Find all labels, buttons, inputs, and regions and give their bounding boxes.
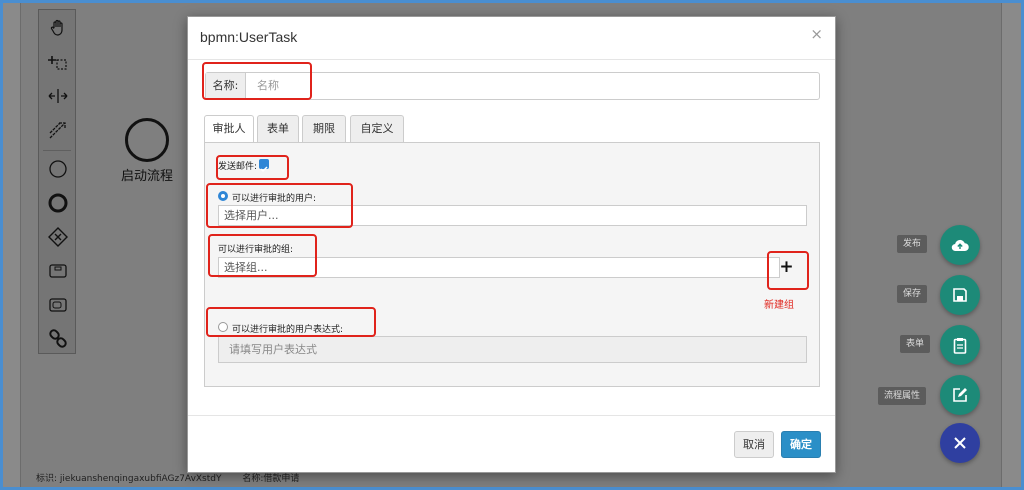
cloud-upload-icon — [951, 239, 969, 252]
close-icon[interactable]: × — [810, 25, 823, 43]
groups-select[interactable]: 选择组... — [218, 257, 780, 278]
new-group-annotation: 新建组 — [764, 300, 794, 311]
expression-input: 请填写用户表达式 — [218, 336, 807, 363]
connect-tool-icon[interactable] — [39, 114, 77, 146]
end-event-icon[interactable] — [39, 187, 77, 219]
header-divider — [188, 59, 835, 60]
close-icon — [954, 437, 966, 449]
clipboard-icon — [953, 337, 967, 354]
name-input[interactable]: 名称 — [247, 73, 819, 99]
status-name: 名称:借款申请 — [242, 474, 300, 484]
users-radio-label: 可以进行审批的用户: — [232, 194, 317, 204]
process-props-label: 流程属性 — [878, 387, 927, 405]
approver-panel: 发送邮件: 可以进行审批的用户: 选择用户... 可以进行审批的组: 选择组..… — [204, 142, 820, 387]
check-icon — [260, 166, 268, 173]
status-id-value: jiekuanshenqingaxubfiAGz7AvXstdY — [59, 474, 222, 484]
users-select[interactable]: 选择用户... — [218, 205, 807, 226]
link-icon[interactable] — [39, 323, 77, 355]
tab-form[interactable]: 表单 — [257, 115, 299, 142]
users-radio[interactable] — [218, 191, 228, 201]
user-task-dialog: bpmn:UserTask × 名称: 名称 审批人 表单 期限 自定义 发送邮… — [187, 16, 836, 473]
tool-palette — [38, 9, 76, 354]
subprocess-icon[interactable] — [39, 289, 77, 321]
name-label: 名称: — [206, 73, 246, 99]
tab-approver[interactable]: 审批人 — [204, 115, 254, 143]
close-fab-button[interactable] — [940, 423, 980, 463]
save-label: 保存 — [897, 285, 928, 303]
save-button[interactable] — [940, 275, 980, 315]
frame-right-edge — [1001, 3, 1021, 487]
send-mail-label: 发送邮件: — [218, 162, 258, 172]
expression-radio-label: 可以进行审批的用户表达式: — [232, 325, 344, 335]
frame-left-edge — [3, 3, 21, 487]
groups-label: 可以进行审批的组: — [218, 245, 294, 255]
cancel-button[interactable]: 取消 — [734, 431, 774, 458]
expression-radio[interactable] — [218, 322, 228, 332]
process-props-button[interactable] — [940, 375, 980, 415]
name-input-group: 名称: 名称 — [205, 72, 820, 100]
tab-custom[interactable]: 自定义 — [350, 115, 404, 142]
footer-divider — [188, 415, 835, 416]
form-label: 表单 — [900, 335, 931, 353]
send-mail-checkbox[interactable] — [259, 159, 269, 173]
status-id-label: 标识: — [36, 474, 58, 484]
dialog-title: bpmn:UserTask — [200, 29, 298, 45]
hand-tool-icon[interactable] — [39, 12, 77, 44]
start-event-icon[interactable] — [39, 153, 77, 185]
publish-button[interactable] — [940, 225, 980, 265]
lasso-tool-icon[interactable] — [39, 46, 77, 78]
add-group-button[interactable]: + — [774, 257, 799, 278]
form-button[interactable] — [940, 325, 980, 365]
gateway-icon[interactable] — [39, 221, 77, 253]
palette-separator — [43, 150, 71, 151]
save-icon — [953, 288, 967, 302]
start-event-label: 启动流程 — [121, 169, 174, 184]
tab-deadline[interactable]: 期限 — [302, 115, 346, 142]
publish-label: 发布 — [897, 235, 928, 253]
edit-icon — [953, 388, 967, 402]
canvas-start-event[interactable] — [125, 118, 169, 162]
task-icon[interactable] — [39, 255, 77, 287]
ok-button[interactable]: 确定 — [781, 431, 821, 458]
space-tool-icon[interactable] — [39, 80, 77, 112]
